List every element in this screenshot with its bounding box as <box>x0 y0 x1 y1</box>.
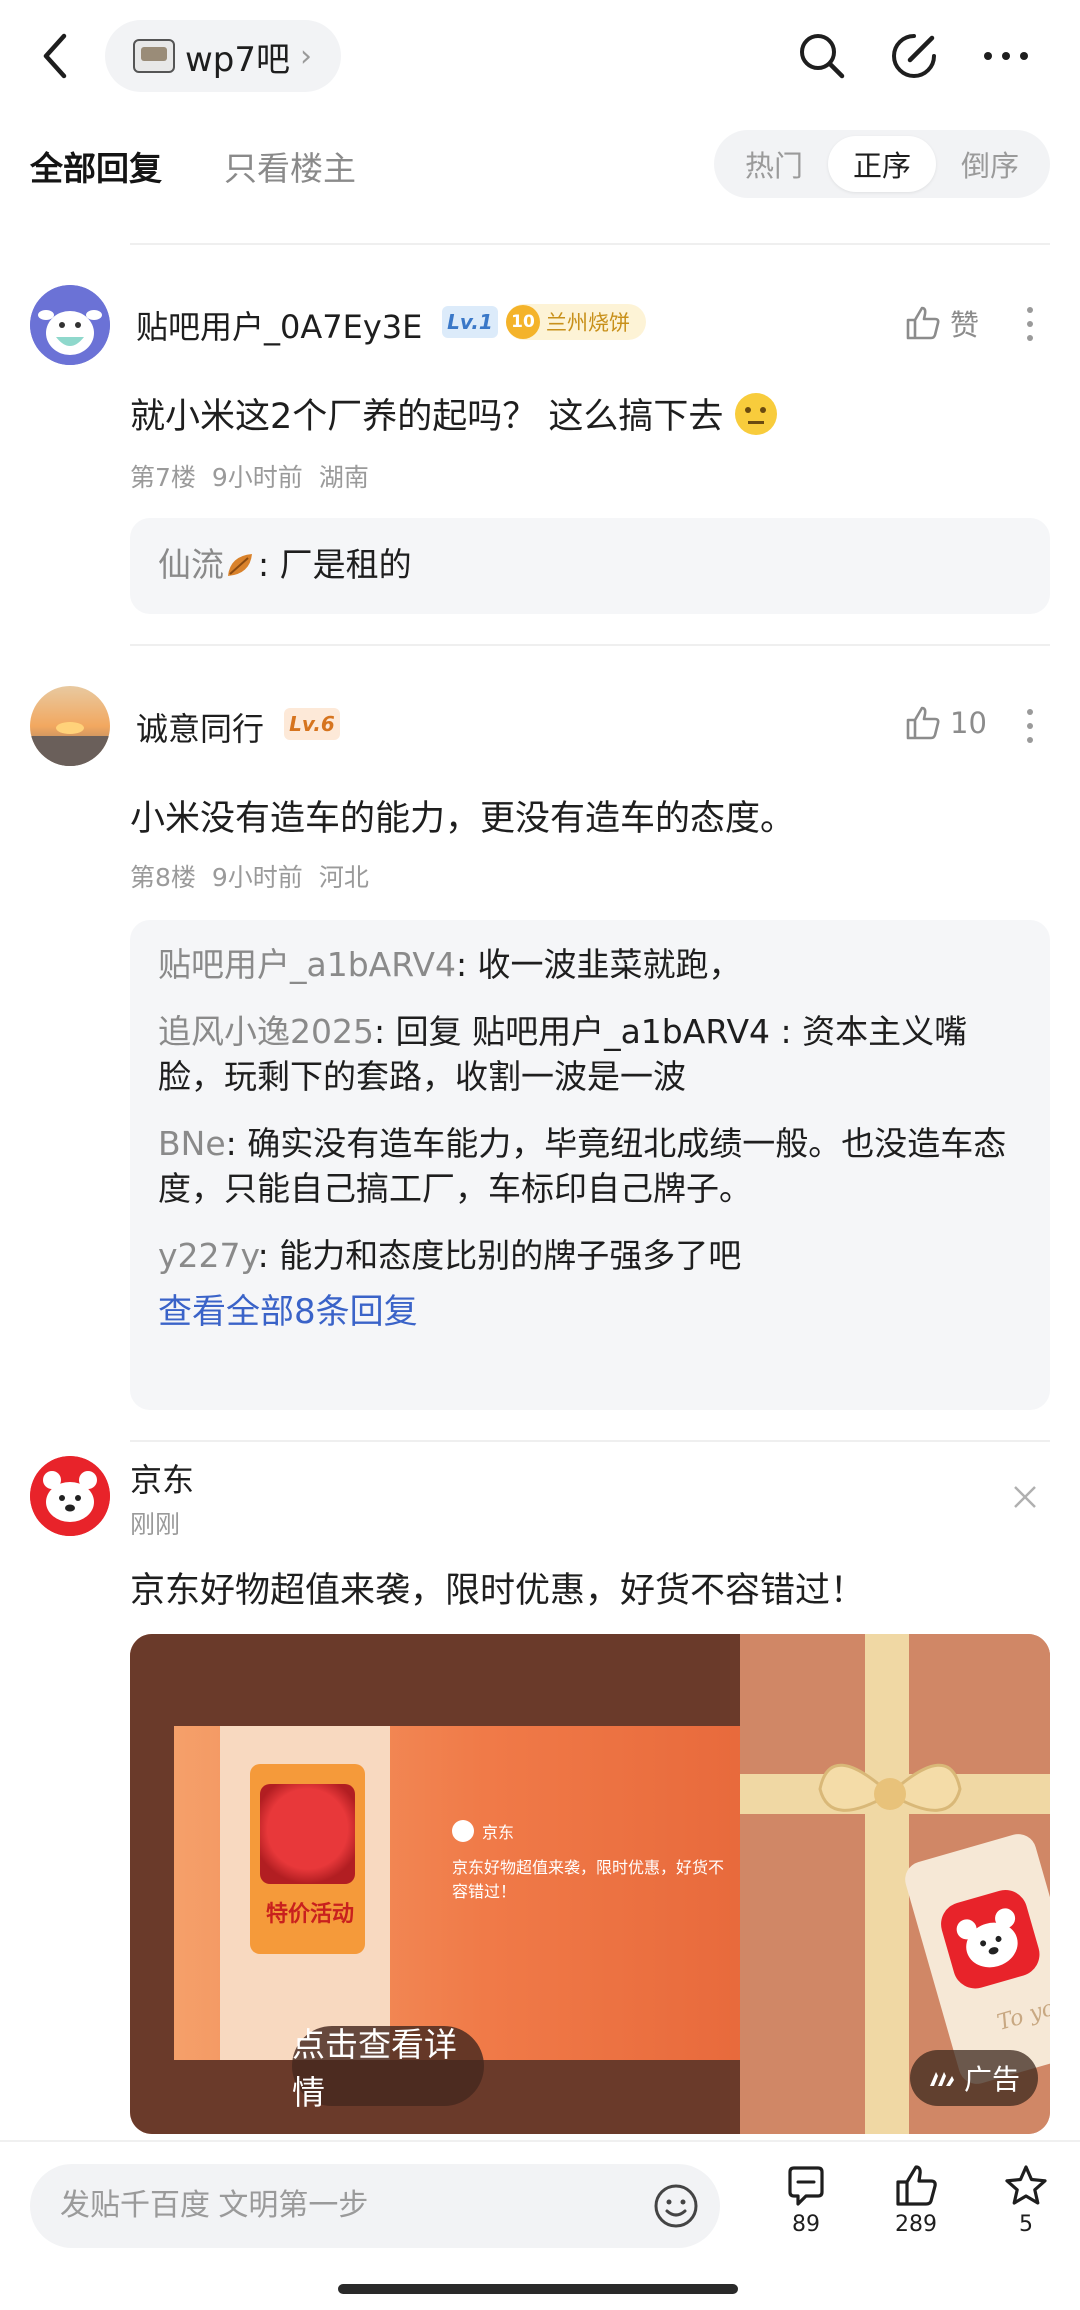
fan-badge: 10 兰州烧饼 <box>506 304 646 340</box>
reply-username[interactable]: 仙流 <box>158 545 224 584</box>
ad-banner[interactable]: 特价活动 京东 京东好物超值来袭，限时优惠，好货不容错过！ To you 点击查… <box>130 1634 1050 2134</box>
level-badge: Lv.6 <box>284 708 340 740</box>
thumbs-up-icon <box>906 706 940 740</box>
advertiser-name[interactable]: 京东 <box>130 1455 194 1501</box>
likes-count: 289 <box>895 2212 937 2237</box>
post-username[interactable]: 诚意同行 <box>136 704 264 750</box>
avatar[interactable] <box>30 285 110 365</box>
avatar[interactable] <box>30 686 110 766</box>
reply-username[interactable]: 贴吧用户_a1bARV4 <box>158 945 456 984</box>
leaf-icon <box>224 546 258 576</box>
strawberry-image <box>260 1784 355 1884</box>
gift-ribbon-vertical <box>865 1634 909 2134</box>
sort-ascending[interactable]: 正序 <box>828 136 936 192</box>
reply-username[interactable]: 追风小逸2025 <box>158 1012 374 1051</box>
floor-number: 第7楼 <box>130 463 196 492</box>
gift-bow <box>810 1739 970 1853</box>
reply-item[interactable]: 仙流 : 厂是租的 <box>158 542 1022 587</box>
post-location: 湖南 <box>318 463 369 492</box>
ad-card-text: 京东好物超值来袭，限时优惠，好货不容错过！ <box>452 1858 725 1901</box>
star-icon <box>1005 2165 1047 2205</box>
reply-username[interactable]: y227y <box>158 1236 258 1275</box>
post-meta: 第8楼 9小时前 河北 <box>130 858 369 894</box>
ad-text: 京东好物超值来袭，限时优惠，好货不容错过！ <box>130 1571 866 1611</box>
jd-small-logo-icon <box>452 1820 474 1842</box>
edit-icon[interactable] <box>888 30 940 82</box>
tab-all-replies[interactable]: 全部回复 <box>30 142 162 190</box>
post-text: 小米没有造车的能力，更没有造车的态度。 <box>130 799 796 839</box>
like-post-button[interactable]: 289 <box>866 2162 966 2237</box>
forum-name: wp7吧 <box>185 39 291 80</box>
reply-item[interactable]: 贴吧用户_a1bARV4: 收一波韭菜就跑， <box>158 942 1022 987</box>
reply-username[interactable]: BNe <box>158 1124 226 1163</box>
reply-box[interactable]: 贴吧用户_a1bARV4: 收一波韭菜就跑， 追风小逸2025: 回复 贴吧用户… <box>130 920 1050 1410</box>
compose-box[interactable] <box>30 2164 720 2248</box>
gift-tag-text: To you <box>994 1991 1050 2036</box>
like-button[interactable]: 10 <box>904 704 987 742</box>
favorite-button[interactable]: 5 <box>976 2162 1076 2237</box>
ad-label[interactable]: 广告 <box>909 2050 1038 2106</box>
chevron-right-icon: › <box>300 38 313 74</box>
sort-hot[interactable]: 热门 <box>720 136 828 192</box>
forum-entry[interactable]: wp7吧 › <box>105 20 341 92</box>
reply-item[interactable]: BNe: 确实没有造车能力，毕竟纽北成绩一般。也没造车态度，只能自己搞工厂，车标… <box>158 1121 1022 1211</box>
post-content: 就小米这2个厂养的起吗？ 这么搞下去 <box>130 388 778 439</box>
home-indicator[interactable] <box>338 2284 738 2294</box>
like-button[interactable]: 赞 <box>904 302 979 344</box>
reply-text: : 厂是租的 <box>258 545 412 584</box>
reply-tabs: 全部回复 只看楼主 热门 正序 倒序 <box>0 120 1080 210</box>
sort-descending[interactable]: 倒序 <box>936 136 1044 192</box>
reply-box[interactable]: 仙流 : 厂是租的 <box>130 518 1050 614</box>
fan-badge-text: 兰州烧饼 <box>546 311 630 335</box>
ad-label-text: 广告 <box>963 2063 1020 2096</box>
more-vertical-icon[interactable] <box>1025 706 1035 746</box>
more-icon[interactable] <box>980 30 1032 82</box>
favorites-count: 5 <box>1019 2212 1033 2237</box>
top-bar: wp7吧 › <box>0 0 1080 112</box>
divider <box>130 243 1050 245</box>
tab-owner-only[interactable]: 只看楼主 <box>224 142 356 190</box>
comment-icon <box>788 2166 824 2206</box>
post-location: 河北 <box>318 863 369 892</box>
forum-logo-icon <box>133 39 175 73</box>
emoji-icon[interactable] <box>652 2182 700 2230</box>
reply-text: : 能力和态度比别的牌子强多了吧 <box>257 1236 742 1275</box>
divider <box>130 1440 1050 1442</box>
post-time: 9小时前 <box>211 863 303 892</box>
post-meta: 第7楼 9小时前 湖南 <box>130 458 369 494</box>
view-all-replies-link[interactable]: 查看全部8条回复 <box>158 1284 1022 1333</box>
ad-promo-label: 特价活动 <box>265 1902 354 1927</box>
ad-time: 刚刚 <box>130 1510 181 1539</box>
level-badge: Lv.1 <box>442 306 498 338</box>
thinking-emoji-icon <box>735 392 778 435</box>
ad-mark-icon <box>929 2072 954 2086</box>
like-count: 10 <box>950 706 987 740</box>
jd-logo-icon[interactable] <box>30 1456 110 1536</box>
search-icon[interactable] <box>796 30 848 82</box>
thumbs-up-icon <box>906 306 940 340</box>
fan-badge-level: 10 <box>506 305 540 339</box>
more-vertical-icon[interactable] <box>1025 304 1035 344</box>
thumbs-up-icon <box>896 2165 937 2206</box>
back-icon[interactable] <box>36 30 76 82</box>
like-count: 赞 <box>950 308 980 342</box>
reply-item[interactable]: 追风小逸2025: 回复 贴吧用户_a1bARV4 : 资本主义嘴脸，玩剩下的套… <box>158 1009 1022 1099</box>
divider <box>130 644 1050 646</box>
reply-text: : 收一波韭菜就跑， <box>455 945 742 984</box>
floor-number: 第8楼 <box>130 863 196 892</box>
comments-button[interactable]: 89 <box>756 2162 856 2237</box>
reply-item[interactable]: y227y: 能力和态度比别的牌子强多了吧 <box>158 1233 1022 1278</box>
post-text: 就小米这2个厂养的起吗？ 这么搞下去 <box>130 397 724 437</box>
post-time: 9小时前 <box>211 463 303 492</box>
view-details-button[interactable]: 点击查看详情 <box>292 2025 484 2112</box>
jd-app-icon <box>935 1884 1045 1994</box>
comments-count: 89 <box>792 2212 820 2237</box>
reply-input[interactable] <box>60 2164 620 2248</box>
sort-switch: 热门 正序 倒序 <box>714 130 1050 198</box>
post-username[interactable]: 贴吧用户_0A7Ey3E <box>136 302 422 348</box>
ad-card-brand-row: 京东 <box>452 1819 514 1843</box>
close-icon[interactable] <box>1010 1482 1040 1512</box>
ad-card-brand: 京东 <box>482 1823 515 1842</box>
reply-text: : 确实没有造车能力，毕竟纽北成绩一般。也没造车态度，只能自己搞工厂，车标印自己… <box>158 1124 1007 1208</box>
